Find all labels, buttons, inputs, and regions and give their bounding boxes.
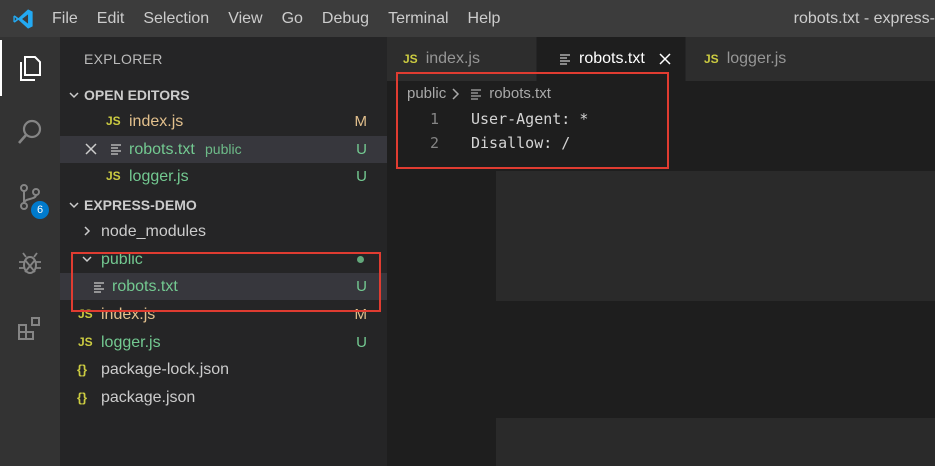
untracked-dot	[357, 256, 364, 263]
search-activity-button[interactable]	[0, 104, 60, 160]
folder-name: public	[101, 251, 143, 268]
js-file-icon: JS	[78, 307, 93, 321]
extensions-icon	[18, 317, 40, 340]
tab-robots-txt[interactable]: robots.txt	[537, 37, 685, 81]
tree-file-logger-js[interactable]: JS logger.js U	[60, 329, 387, 356]
open-editors-label: OPEN EDITORS	[84, 87, 190, 103]
project-section[interactable]: EXPRESS-DEMO	[60, 192, 387, 218]
menu-selection[interactable]: Selection	[143, 10, 209, 28]
close-icon[interactable]	[85, 143, 97, 155]
file-name: index.js	[101, 306, 156, 323]
breadcrumb-file[interactable]: robots.txt	[489, 85, 551, 102]
git-status: U	[356, 141, 367, 158]
tab-index-js[interactable]: JS index.js	[387, 37, 536, 81]
tab-label: robots.txt	[579, 50, 645, 67]
file-name: robots.txt	[112, 278, 178, 295]
open-editors-section[interactable]: OPEN EDITORS	[60, 82, 387, 108]
file-name: package.json	[101, 389, 196, 406]
git-status: U	[356, 334, 367, 351]
menu-file[interactable]: File	[52, 10, 78, 28]
explorer-title: EXPLORER	[84, 51, 163, 67]
text-file-icon	[111, 144, 121, 155]
chevron-down-icon	[82, 256, 92, 263]
folder-name: node_modules	[101, 223, 206, 240]
git-status: U	[356, 278, 367, 295]
text-file-icon	[471, 88, 482, 100]
chevron-down-icon	[69, 92, 79, 99]
file-name: logger.js	[101, 334, 161, 351]
tree-folder-public[interactable]: public	[60, 246, 387, 273]
menu-view[interactable]: View	[228, 10, 262, 28]
code-line: 2 Disallow: /	[387, 131, 935, 155]
file-name: package-lock.json	[101, 361, 230, 378]
extensions-activity-button[interactable]	[0, 300, 60, 356]
bug-icon	[19, 252, 41, 274]
open-editor-item[interactable]: JS index.js M	[60, 108, 387, 135]
breadcrumb-folder[interactable]: public	[407, 85, 446, 102]
js-file-icon: JS	[106, 114, 121, 128]
tree-file-robots-txt[interactable]: robots.txt U	[60, 273, 387, 300]
menu-bar: File Edit Selection View Go Debug Termin…	[52, 0, 519, 37]
menu-debug[interactable]: Debug	[322, 10, 369, 28]
js-file-icon: JS	[704, 52, 719, 66]
line-text: Disallow: /	[471, 134, 571, 152]
activity-bar: 6	[0, 37, 60, 466]
git-status: M	[354, 306, 368, 323]
close-icon[interactable]	[659, 53, 671, 65]
open-editor-item[interactable]: JS logger.js U	[60, 163, 387, 190]
tree-file-package-lock-json[interactable]: {} package-lock.json	[60, 356, 387, 383]
chevron-right-icon	[452, 87, 460, 100]
file-name: robots.txt	[129, 141, 195, 158]
json-file-icon: {}	[77, 362, 88, 377]
breadcrumb: public robots.txt	[407, 85, 551, 102]
js-file-icon: JS	[106, 169, 121, 183]
text-file-icon	[94, 282, 104, 293]
background-code-block	[496, 171, 935, 301]
tree-folder-node-modules[interactable]: node_modules	[60, 218, 387, 245]
code-line: 1 User-Agent: *	[387, 107, 935, 131]
file-name: index.js	[129, 113, 184, 130]
source-control-badge: 6	[31, 201, 49, 219]
search-icon	[18, 119, 42, 144]
project-label: EXPRESS-DEMO	[84, 197, 197, 213]
line-number: 1	[429, 110, 439, 128]
debug-activity-button[interactable]	[0, 235, 60, 291]
line-text: User-Agent: *	[471, 110, 589, 128]
chevron-down-icon	[69, 202, 79, 209]
text-file-icon	[560, 54, 570, 65]
editor-tab-bar: JS index.js robots.txt JS logger.js	[387, 37, 935, 81]
title-bar: File Edit Selection View Go Debug Termin…	[0, 0, 935, 37]
editor-area[interactable]: public robots.txt 1 User-Agent: * 2 Disa…	[387, 81, 935, 466]
tab-label: logger.js	[726, 50, 787, 67]
background-code-block	[496, 418, 935, 466]
files-icon	[20, 56, 41, 81]
file-folder-hint: public	[205, 141, 242, 157]
file-name: logger.js	[129, 168, 189, 185]
vscode-logo-icon	[13, 9, 33, 29]
git-status: M	[354, 113, 368, 130]
js-file-icon: JS	[403, 52, 418, 66]
explorer-activity-button[interactable]	[0, 40, 60, 96]
source-control-activity-button[interactable]: 6	[0, 169, 60, 225]
menu-terminal[interactable]: Terminal	[388, 10, 448, 28]
json-file-icon: {}	[77, 390, 88, 405]
tab-logger-js[interactable]: JS logger.js	[686, 37, 935, 81]
explorer-sidebar: EXPLORER OPEN EDITORS JS index.js M robo…	[60, 37, 387, 466]
menu-go[interactable]: Go	[282, 10, 303, 28]
tree-file-package-json[interactable]: {} package.json	[60, 384, 387, 411]
tree-file-index-js[interactable]: JS index.js M	[60, 301, 387, 328]
tab-label: index.js	[425, 50, 480, 67]
menu-help[interactable]: Help	[468, 10, 501, 28]
js-file-icon: JS	[78, 335, 93, 349]
menu-edit[interactable]: Edit	[97, 10, 125, 28]
window-title: robots.txt - express-	[793, 10, 935, 27]
open-editor-item-active[interactable]: robots.txt public U	[60, 136, 387, 163]
git-status: U	[356, 168, 367, 185]
chevron-right-icon	[84, 226, 91, 236]
line-number: 2	[429, 134, 439, 152]
